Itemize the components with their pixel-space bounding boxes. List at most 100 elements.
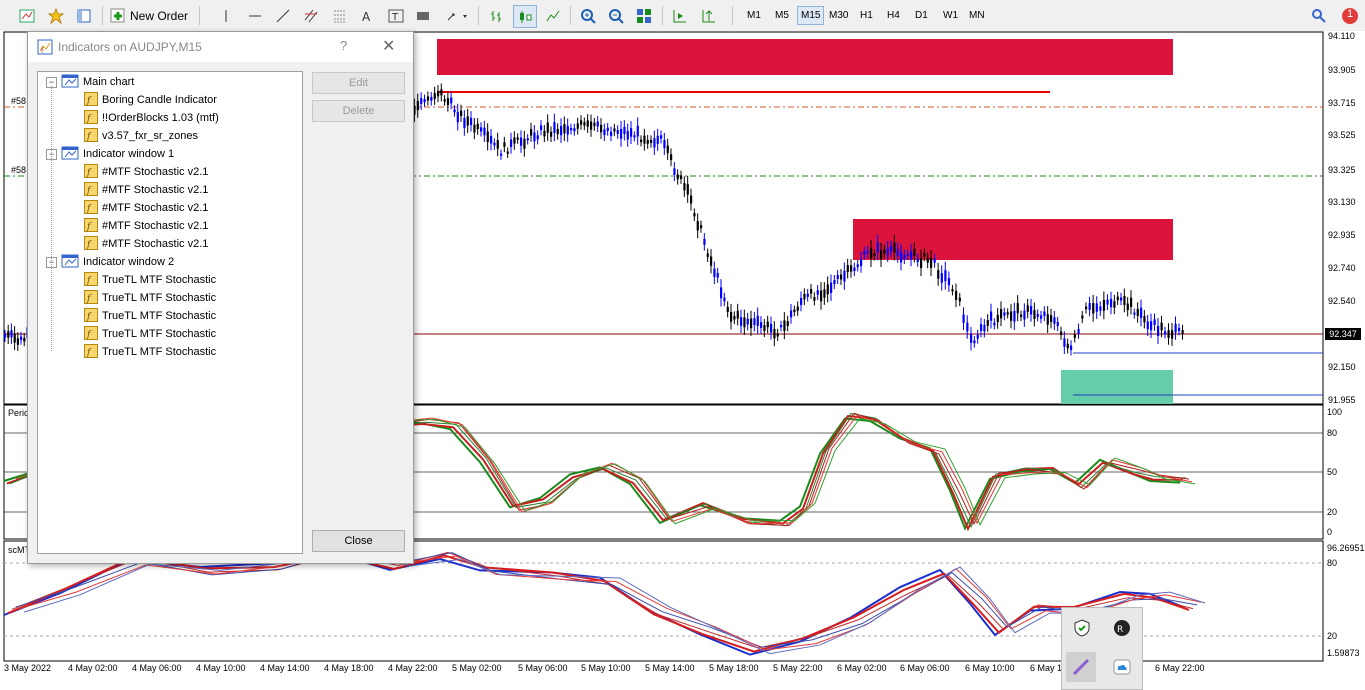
channel-icon[interactable] xyxy=(300,5,322,26)
tile-windows-icon[interactable] xyxy=(633,5,655,26)
time-tick: 5 May 02:00 xyxy=(452,663,502,673)
help-button[interactable]: ? xyxy=(340,38,347,53)
dialog-close-icon[interactable]: ✕ xyxy=(382,36,395,56)
app-tray-icon[interactable]: R xyxy=(1112,618,1132,641)
candle-body xyxy=(843,270,846,282)
tree-indicator-item[interactable]: f v3.57_fxr_sr_zones xyxy=(84,127,198,145)
candle-body xyxy=(546,122,549,133)
tree-indicator-item[interactable]: f #MTF Stochastic v2.1 xyxy=(84,217,208,235)
tree-group[interactable]: − Indicator window 1 xyxy=(46,145,174,163)
text-label-icon[interactable]: T xyxy=(385,5,407,26)
candle-body xyxy=(1033,310,1036,319)
horizontal-line-icon[interactable] xyxy=(244,5,266,26)
price-tick: 93.525 xyxy=(1328,130,1356,140)
candle-body xyxy=(716,273,719,278)
timeframe-mn[interactable]: MN xyxy=(966,7,988,24)
indicator-label: v3.57_fxr_sr_zones xyxy=(102,130,198,142)
notifications-icon[interactable]: 1 xyxy=(1337,5,1363,26)
candlestick-icon[interactable] xyxy=(513,5,537,28)
candle-body xyxy=(596,121,599,127)
chart-shift-icon[interactable] xyxy=(698,5,720,26)
tree-group[interactable]: − Main chart xyxy=(46,73,134,91)
timeframe-m1[interactable]: M1 xyxy=(744,7,764,24)
auto-scroll-icon[interactable] xyxy=(669,5,691,26)
candle-body xyxy=(7,331,10,338)
tree-group[interactable]: − Indicator window 2 xyxy=(46,253,174,271)
delete-button[interactable]: Delete xyxy=(312,100,405,122)
pen-app-icon[interactable] xyxy=(1066,652,1096,682)
tree-indicator-item[interactable]: f TrueTL MTF Stochastic xyxy=(84,325,216,343)
line-chart-icon[interactable] xyxy=(542,5,564,26)
zoom-out-icon[interactable] xyxy=(605,5,627,26)
time-tick: 4 May 06:00 xyxy=(132,663,182,673)
fibonacci-icon[interactable] xyxy=(329,5,351,26)
tree-indicator-item[interactable]: f TrueTL MTF Stochastic xyxy=(84,289,216,307)
tree-indicator-item[interactable]: f #MTF Stochastic v2.1 xyxy=(84,235,208,253)
timeframe-d1[interactable]: D1 xyxy=(912,7,931,24)
tree-indicator-item[interactable]: f #MTF Stochastic v2.1 xyxy=(84,163,208,181)
security-shield-icon[interactable] xyxy=(1072,618,1092,641)
candle-body xyxy=(713,268,716,277)
candle-body xyxy=(1043,311,1046,316)
candle-body xyxy=(796,306,799,311)
candle-body xyxy=(1085,306,1088,310)
timeframe-m15[interactable]: M15 xyxy=(797,6,825,25)
candle-body xyxy=(440,89,443,96)
market-watch-icon[interactable] xyxy=(73,5,95,26)
zoom-in-icon[interactable] xyxy=(577,5,599,26)
candle-body xyxy=(776,333,779,337)
tree-indicator-item[interactable]: f !!OrderBlocks 1.03 (mtf) xyxy=(84,109,219,127)
time-tick: 6 May 02:00 xyxy=(837,663,887,673)
profiles-icon[interactable] xyxy=(45,5,67,26)
tree-indicator-item[interactable]: f TrueTL MTF Stochastic xyxy=(84,271,216,289)
candle-body xyxy=(1150,321,1153,331)
search-icon[interactable] xyxy=(1308,5,1330,26)
candle-body xyxy=(416,101,419,111)
time-tick: 5 May 14:00 xyxy=(645,663,695,673)
tree-indicator-item[interactable]: f Boring Candle Indicator xyxy=(84,91,217,109)
candle-body xyxy=(746,318,749,325)
tree-indicator-item[interactable]: f #MTF Stochastic v2.1 xyxy=(84,199,208,217)
text-icon[interactable]: A xyxy=(356,5,378,26)
candle-body xyxy=(646,139,649,144)
cursor-icon[interactable] xyxy=(215,5,237,26)
candle-body xyxy=(1000,309,1003,319)
bar-chart-icon[interactable] xyxy=(486,5,508,26)
candle-body xyxy=(786,321,789,326)
candle-body xyxy=(1050,315,1053,323)
cloud-icon[interactable] xyxy=(1112,658,1132,679)
candle-body xyxy=(453,109,456,113)
indicator-icon: f xyxy=(84,181,98,199)
tree-indicator-item[interactable]: f #MTF Stochastic v2.1 xyxy=(84,181,208,199)
candle-body xyxy=(486,131,489,143)
candle-body xyxy=(523,138,526,149)
new-chart-icon[interactable] xyxy=(16,5,38,26)
indicator-icon: f xyxy=(84,163,98,181)
tree-indicator-item[interactable]: f TrueTL MTF Stochastic xyxy=(84,343,216,361)
timeframe-m5[interactable]: M5 xyxy=(772,7,792,24)
candle-body xyxy=(686,184,689,195)
rectangle-icon[interactable] xyxy=(412,5,434,26)
candle-body xyxy=(530,129,533,136)
candle-body xyxy=(603,129,606,136)
timeframe-h1[interactable]: H1 xyxy=(857,7,876,24)
timeframe-w1[interactable]: W1 xyxy=(940,7,961,24)
candle-body xyxy=(1066,343,1069,349)
candle-body xyxy=(736,310,739,319)
trendline-icon[interactable] xyxy=(272,5,294,26)
dialog-titlebar[interactable]: f Indicators on AUDJPY,M15 ? ✕ xyxy=(28,32,413,62)
timeframe-h4[interactable]: H4 xyxy=(884,7,903,24)
tree-indicator-item[interactable]: f TrueTL MTF Stochastic xyxy=(84,307,216,325)
close-button[interactable]: Close xyxy=(312,530,405,552)
candle-body xyxy=(606,127,609,132)
candle-body xyxy=(853,267,856,272)
indicator-tree[interactable]: − Main chart f Boring Candle Indicator f !!Or… xyxy=(37,71,303,554)
candle-body xyxy=(958,297,961,302)
new-order-button[interactable]: New Order xyxy=(110,5,188,26)
price-tick: 92.540 xyxy=(1328,296,1356,306)
indicator-label: TrueTL MTF Stochastic xyxy=(102,274,217,286)
edit-button[interactable]: Edit xyxy=(312,72,405,94)
arrows-dropdown-icon[interactable] xyxy=(444,5,472,26)
candle-body xyxy=(433,92,436,99)
timeframe-m30[interactable]: M30 xyxy=(826,7,851,24)
